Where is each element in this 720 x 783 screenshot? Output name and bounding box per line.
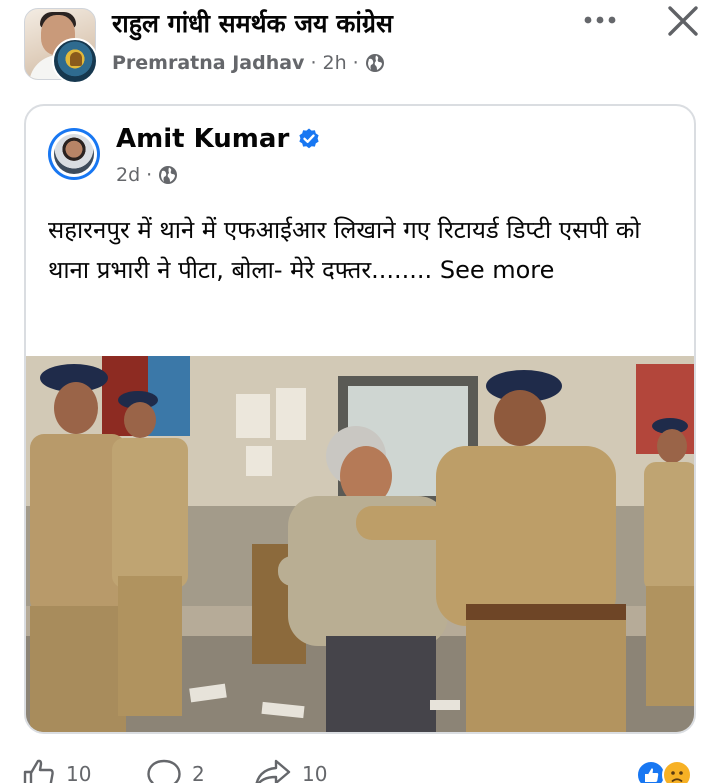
close-icon[interactable] [664, 2, 702, 40]
post-text: सहारनपुर में थाने में एफआईआर लिखाने गए र… [48, 210, 676, 290]
comment-count: 2 [192, 762, 205, 783]
globe-icon [365, 54, 384, 72]
like-icon [23, 759, 54, 783]
post-time[interactable]: 2h [323, 52, 347, 74]
comment-button[interactable]: 2 [146, 758, 205, 783]
poster-name[interactable]: Premratna Jadhav [112, 52, 304, 74]
meta-separator: · [310, 52, 317, 74]
reaction-summary[interactable] [636, 758, 706, 783]
verified-icon [299, 128, 319, 149]
meta-separator: · [352, 52, 359, 74]
share-button[interactable]: 10 [254, 758, 327, 783]
shared-post-meta: 2d · [116, 164, 178, 186]
post-meta: Premratna Jadhav · 2h · [112, 52, 385, 74]
action-bar: 10 2 10 [0, 750, 720, 783]
like-count: 10 [66, 762, 92, 783]
globe-icon [159, 166, 178, 184]
author-name-row: Amit Kumar [116, 124, 321, 154]
like-button[interactable]: 10 [22, 758, 91, 783]
share-icon [255, 759, 291, 783]
shared-post-time[interactable]: 2d [116, 164, 140, 186]
reaction-sad-icon [662, 760, 692, 783]
group-title[interactable]: राहुल गांधी समर्थक जय कांग्रेस [112, 6, 393, 40]
group-header: राहुल गांधी समर्थक जय कांग्रेस Premratna… [0, 0, 720, 96]
shared-post-card[interactable]: Amit Kumar 2d · सहारनपुर में थाने में एफ… [24, 104, 696, 734]
poster-avatar[interactable] [52, 38, 98, 84]
post-photo[interactable] [26, 356, 696, 734]
author-name[interactable]: Amit Kumar [116, 124, 289, 154]
share-count: 10 [302, 762, 328, 783]
see-more-link[interactable]: See more [440, 256, 555, 284]
more-options-icon[interactable] [582, 8, 618, 32]
meta-separator: · [146, 164, 153, 186]
comment-icon [147, 759, 181, 783]
author-avatar[interactable] [48, 128, 100, 180]
